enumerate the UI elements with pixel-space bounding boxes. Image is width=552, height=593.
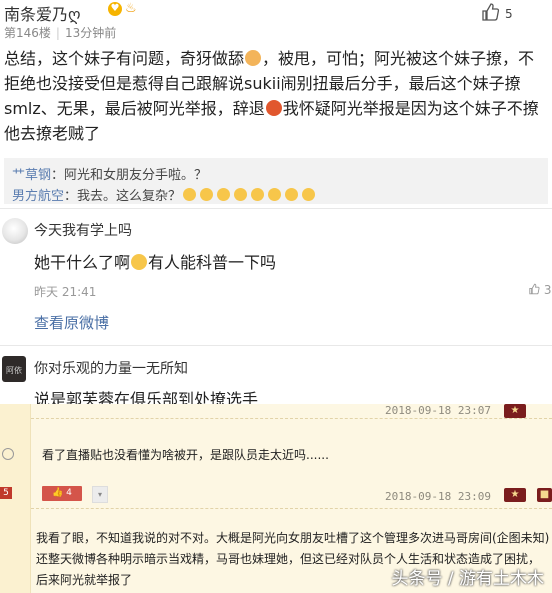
side-number: 5 (0, 487, 12, 499)
forum-row-separator (31, 508, 552, 510)
comment-text: 她干什么了啊 有人能科普一下吗 (34, 249, 276, 273)
laugh-emoji-icon (302, 188, 316, 201)
comment-author[interactable]: 今天我有学上吗 (34, 220, 132, 240)
reply-item: 艹草钢：阿光和女朋友分手啦。？ (12, 164, 207, 183)
laugh-emoji-icon (251, 188, 265, 201)
comment-text-a: 她干什么了啊 (34, 253, 131, 272)
laugh-emoji-icon (268, 188, 282, 201)
thumb-up-icon: 👍 (52, 488, 64, 498)
post-text-1: 总结，这个妹子有问题，奇犽做舔 (4, 49, 245, 68)
post-meta: 第146楼 | 13分钟前 (4, 26, 117, 40)
watermark: 头条号 / 游有土木木 (391, 569, 544, 589)
comment-time: 昨天 21:41 (34, 285, 97, 299)
comment-like-button[interactable]: 3 (528, 283, 551, 297)
floor-number: 第146楼 (4, 26, 51, 40)
avatar-text: 阿依 (6, 366, 22, 375)
avatar[interactable] (2, 218, 28, 244)
star-button[interactable]: ★ (504, 488, 526, 502)
flag-button[interactable]: ■ (537, 488, 552, 502)
view-original-link[interactable]: 查看原微博 (34, 312, 109, 333)
like-button[interactable]: 5 (480, 2, 540, 24)
vip-badge-icon: ♥ (108, 2, 122, 16)
post-time: 13分钟前 (64, 26, 117, 40)
laugh-emoji-icon (183, 188, 197, 201)
reply-author[interactable]: 艹草钢 (12, 168, 51, 183)
fire-badge-icon: ♨ (125, 1, 137, 16)
post-body: 总结，这个妹子有问题，奇犽做舔 ，被甩，可怕；阿光被这个妹子撩，不拒绝也没接受但是… (4, 46, 550, 146)
star-button[interactable]: ★ (504, 404, 526, 418)
thumb-up-icon (480, 2, 502, 24)
thumb-up-icon (528, 283, 544, 297)
comment-author[interactable]: 你对乐观的力量一无所知 (34, 358, 188, 378)
laugh-emoji-icon (200, 188, 214, 201)
forum-date: 2018-09-18 23:07 (385, 404, 491, 417)
vote-count: 4 (66, 488, 72, 498)
comment-like-count: 3 (543, 283, 552, 297)
forum-post: 看了直播贴也没看懂为啥被开，是跟队员走太近吗...... (42, 448, 329, 462)
thinking-emoji-icon (131, 254, 148, 270)
reply-text: ：我去。这么复杂？ (64, 189, 182, 204)
vote-down-button[interactable]: ▾ (92, 486, 108, 503)
laugh-emoji-icon (234, 188, 248, 201)
apple-emoji-icon (265, 100, 282, 116)
reply-item: 男方航空：我去。这么复杂？ (12, 185, 317, 204)
username[interactable]: 南条爱乃ღ (4, 1, 81, 25)
comment-text-b: 有人能科普一下吗 (148, 253, 277, 272)
reply-author[interactable]: 男方航空 (12, 189, 64, 204)
divider (0, 208, 552, 209)
like-count: 5 (505, 7, 513, 21)
reply-text: ：阿光和女朋友分手啦。？ (51, 168, 208, 183)
dog-emoji-icon (245, 50, 262, 66)
divider (0, 345, 552, 346)
vote-button[interactable]: 👍 4 (42, 486, 82, 501)
laugh-emoji-icon (285, 188, 299, 201)
forum-date: 2018-09-18 23:09 (385, 490, 491, 503)
reply-box: 艹草钢：阿光和女朋友分手啦。？ 男方航空：我去。这么复杂？ (4, 158, 548, 204)
user-icon (2, 448, 14, 460)
avatar[interactable]: 阿依 (2, 356, 26, 382)
laugh-emoji-icon (217, 188, 231, 201)
